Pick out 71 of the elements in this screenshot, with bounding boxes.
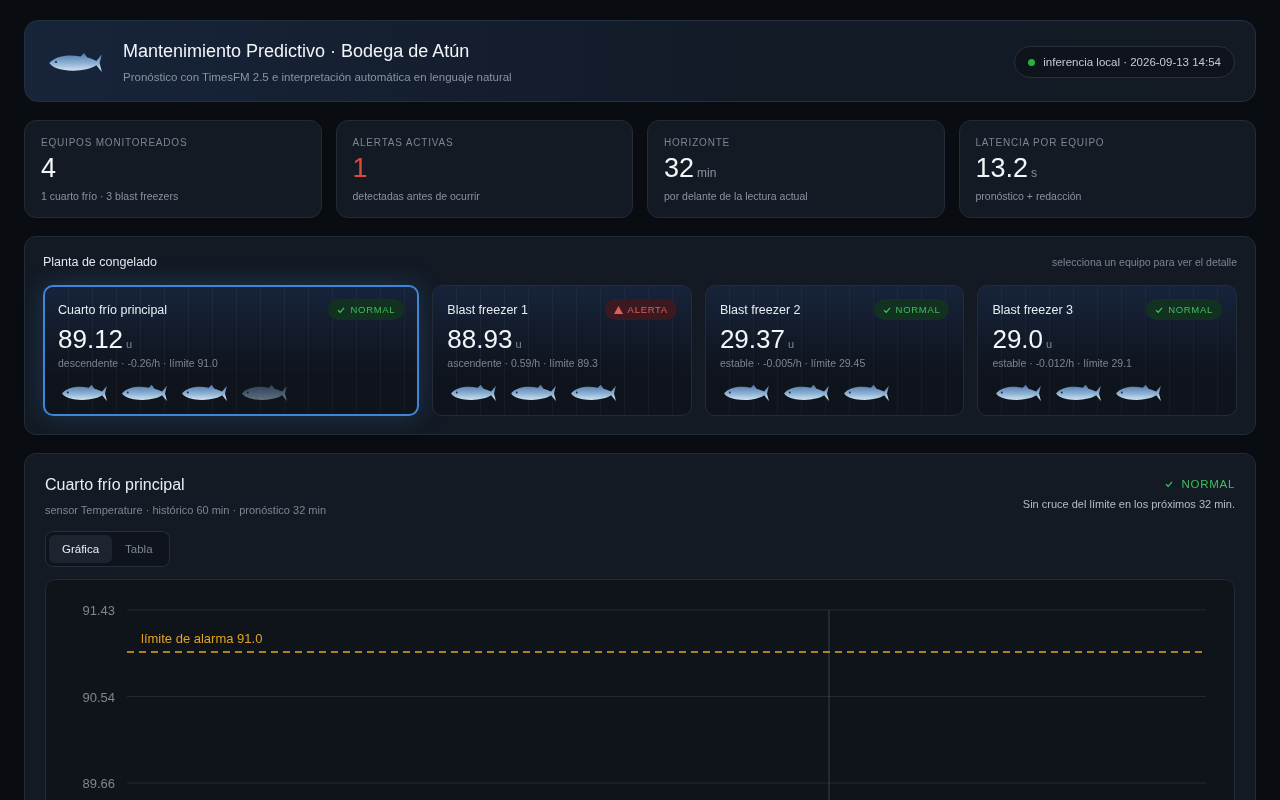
fish-icon bbox=[1054, 382, 1103, 403]
kpi-note: por delante de la lectura actual bbox=[664, 190, 809, 202]
view-tab[interactable]: Gráfica bbox=[49, 535, 113, 563]
check-icon bbox=[1155, 305, 1164, 314]
section-title: Planta de congelado bbox=[43, 255, 157, 269]
detail-title: Cuarto frío principal bbox=[45, 476, 186, 494]
kpi-label: EQUIPOS MONITOREADOS bbox=[41, 137, 189, 148]
fish-icon bbox=[120, 382, 168, 403]
fish-icon bbox=[721, 382, 770, 403]
status-label: NORMAL bbox=[1168, 304, 1213, 315]
axis-label: 90.54 bbox=[82, 689, 115, 705]
fish-icon bbox=[994, 382, 1043, 403]
kpi-label: ALERTAS ACTIVAS bbox=[352, 137, 455, 148]
fish-icon bbox=[781, 382, 830, 403]
kpi-value: 4 bbox=[41, 153, 57, 184]
equipment-name: Blast freezer 1 bbox=[447, 302, 528, 317]
detail-subtitle: sensor Temperature · histórico 60 min · pronóstico 32 min bbox=[45, 504, 327, 516]
fish-icon bbox=[180, 382, 228, 403]
fish-icon bbox=[449, 382, 498, 403]
threshold-label: límite de alarma 91.0 bbox=[141, 631, 263, 646]
check-icon bbox=[882, 305, 891, 314]
equipment-name: Cuarto frío principal bbox=[58, 302, 168, 317]
equipment-reading: 88.93 bbox=[447, 324, 513, 355]
fish-icon bbox=[240, 382, 288, 403]
fish-icon bbox=[569, 382, 618, 403]
reading-unit: u bbox=[787, 338, 795, 350]
equipment-card[interactable]: Cuarto frío principal NORMAL 89.12 u descendente · -0.26/h · límite 91.0 bbox=[43, 285, 420, 416]
fish-icon bbox=[509, 382, 558, 403]
equipment-trend: estable · -0.012/h · límite 29.1 bbox=[992, 357, 1133, 369]
status-label: ALERTA bbox=[627, 304, 668, 315]
equipment-reading: 89.12 bbox=[58, 324, 124, 355]
axis-label: 89.66 bbox=[82, 776, 115, 791]
warning-icon bbox=[613, 305, 623, 314]
equipment-trend: estable · -0.005/h · límite 29.45 bbox=[719, 357, 867, 369]
equipment-trend: ascendente · 0.59/h · límite 89.3 bbox=[447, 357, 599, 369]
axis-label: 91.43 bbox=[82, 603, 115, 618]
equipment-reading: 29.0 bbox=[992, 324, 1044, 355]
kpi-unit: s bbox=[1031, 166, 1038, 180]
status-label: NORMAL bbox=[1181, 478, 1235, 490]
reading-unit: u bbox=[1046, 338, 1053, 350]
kpi-note: 1 cuarto frío · 3 blast freezers bbox=[41, 190, 180, 202]
forecast-message: Sin cruce del límite en los próximos 32 min. bbox=[1022, 498, 1235, 510]
kpi-note: detectadas antes de ocurrir bbox=[352, 190, 481, 202]
fish-icon bbox=[60, 382, 108, 403]
kpi-value: 13.2 bbox=[975, 153, 1029, 184]
kpi-unit: min bbox=[697, 166, 717, 180]
status-label: NORMAL bbox=[895, 304, 941, 315]
fish-icon bbox=[1114, 382, 1163, 403]
reading-unit: u bbox=[126, 338, 133, 350]
reading-unit: u bbox=[515, 338, 522, 350]
equipment-card[interactable]: Blast freezer 2 NORMAL 29.37 u estable · -0.005/h · límite 29.45 bbox=[704, 285, 965, 416]
kpi-value: 1 bbox=[352, 153, 368, 184]
hint-text: selecciona un equipo para ver el detalle bbox=[1051, 256, 1237, 268]
equipment-card[interactable]: Blast freezer 1 ALERTA 88.93 u ascendente · 0.59/h · límite 89.3 bbox=[432, 285, 692, 416]
equipment-name: Blast freezer 2 bbox=[719, 302, 801, 317]
equipment-trend: descendente · -0.26/h · límite 91.0 bbox=[58, 357, 219, 369]
fish-icon bbox=[841, 382, 890, 403]
equipment-name: Blast freezer 3 bbox=[992, 302, 1074, 317]
equipment-reading: 29.37 bbox=[719, 324, 785, 355]
kpi-label: HORIZONTE bbox=[664, 137, 732, 148]
kpi-value: 32 bbox=[664, 153, 695, 184]
check-icon bbox=[337, 305, 346, 314]
check-icon bbox=[1164, 480, 1173, 488]
page-title: Mantenimiento Predictivo · Bodega de Atún bbox=[123, 41, 471, 62]
page-subtitle: Pronóstico con TimesFM 2.5 e interpretación automática en lenguaje natural bbox=[123, 71, 512, 83]
equipment-card[interactable]: Blast freezer 3 NORMAL 29.0 u estable · -0.012/h · límite 29.1 bbox=[977, 285, 1237, 416]
kpi-note: pronóstico + redacción bbox=[975, 190, 1083, 202]
view-tab[interactable]: Tabla bbox=[112, 535, 166, 563]
kpi-label: LATENCIA POR EQUIPO bbox=[975, 137, 1106, 148]
status-text: inferencia local · 2026-09-13 14:54 bbox=[1043, 56, 1221, 68]
status-label: NORMAL bbox=[350, 304, 396, 315]
